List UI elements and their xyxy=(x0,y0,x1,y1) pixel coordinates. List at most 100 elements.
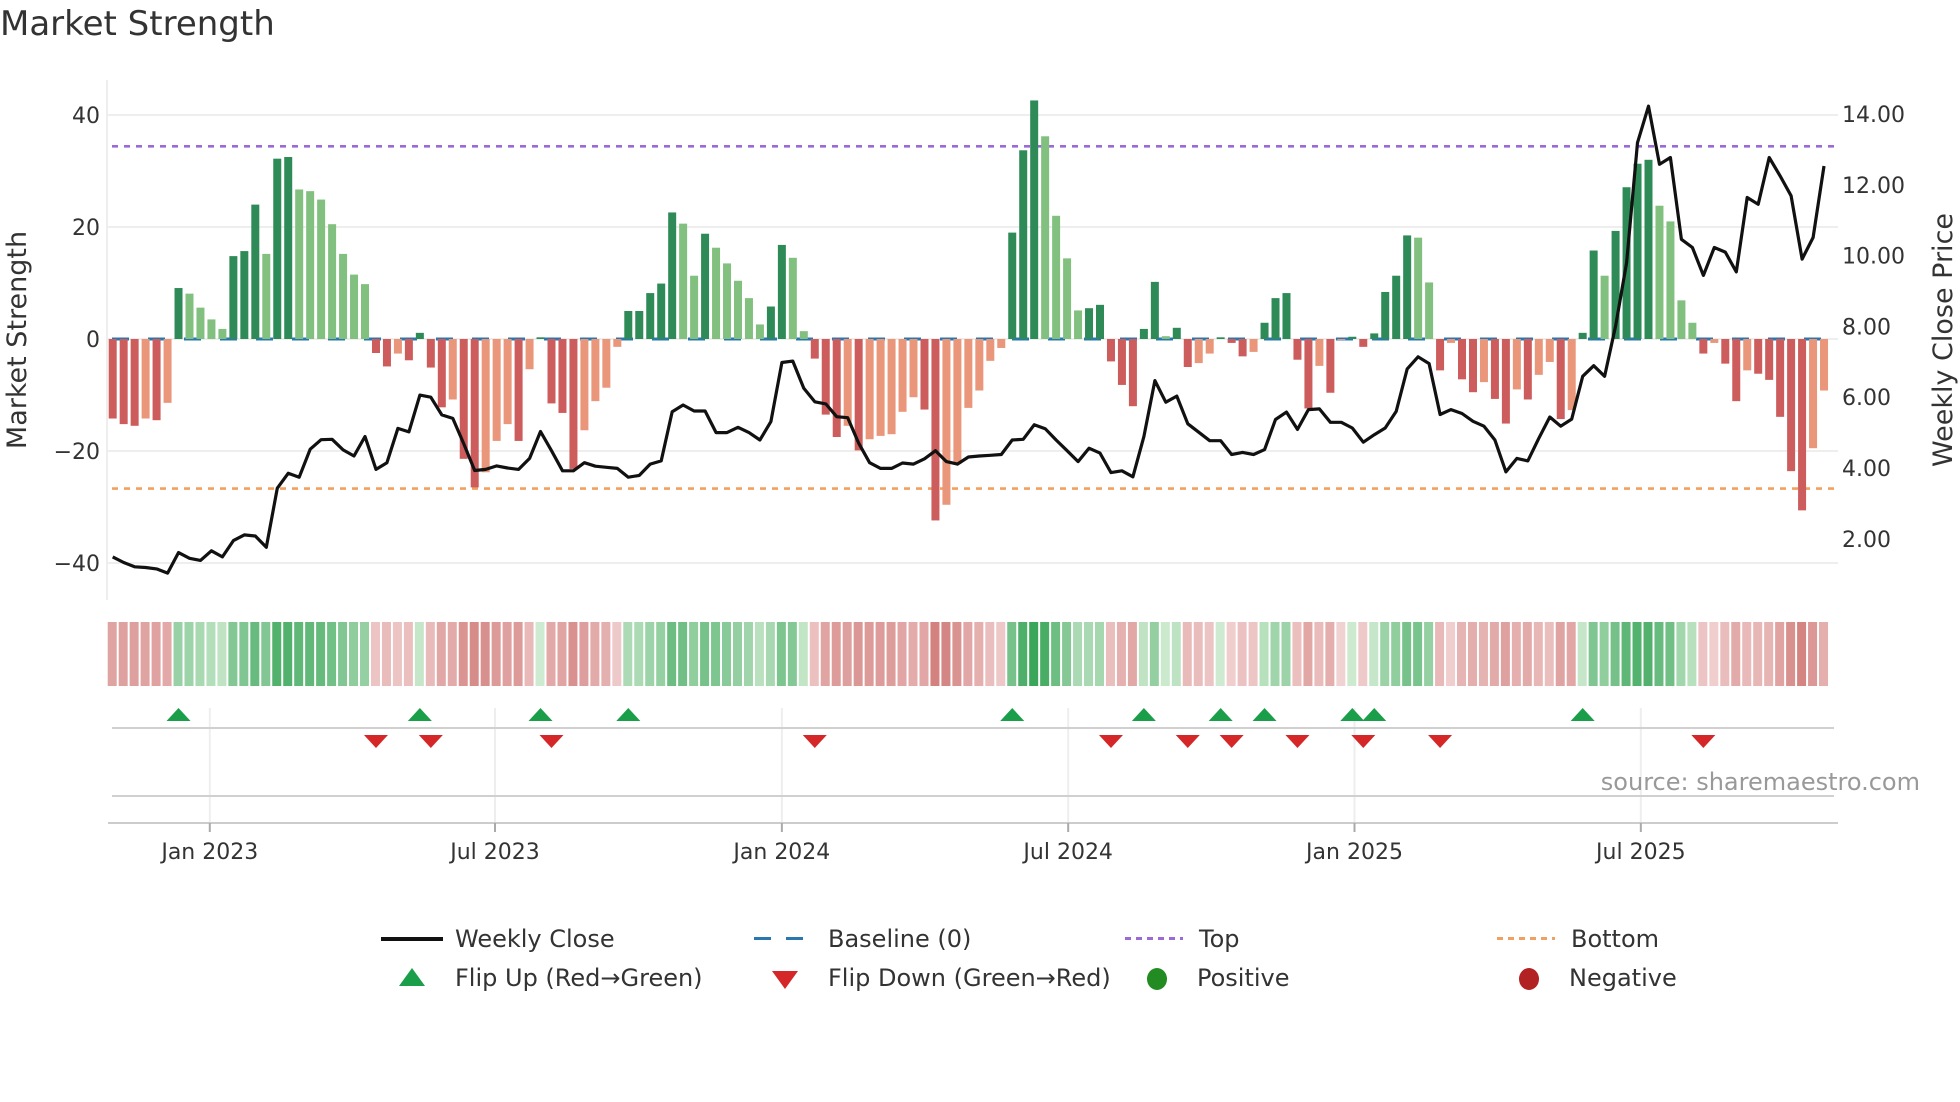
heat-cell xyxy=(798,622,808,686)
heat-cell xyxy=(261,622,271,686)
negative-bar xyxy=(152,339,161,421)
negative-bar xyxy=(1458,339,1467,380)
flip-up-marker xyxy=(1131,708,1156,721)
negative-bar xyxy=(1117,339,1126,385)
heat-cell xyxy=(1084,622,1094,686)
heat-cell xyxy=(1709,622,1719,686)
positive-bar xyxy=(1063,258,1072,339)
negative-bar xyxy=(1326,339,1335,393)
heat-cell xyxy=(1062,622,1072,686)
heat-cell xyxy=(535,622,545,686)
negative-bar xyxy=(1754,339,1763,374)
negative-bar xyxy=(1293,339,1302,360)
heat-cell xyxy=(568,622,578,686)
heat-cell xyxy=(1073,622,1083,686)
heat-cell xyxy=(425,622,435,686)
negative-bar xyxy=(876,339,885,436)
heat-cell xyxy=(1314,622,1324,686)
y2-axis-label: Weekly Close Price xyxy=(1928,213,1959,467)
positive-bar xyxy=(1041,136,1050,339)
negative-bar xyxy=(613,339,622,347)
heat-cell xyxy=(941,622,951,686)
heat-cell xyxy=(173,622,183,686)
negative-bar xyxy=(1468,339,1477,393)
positive-bar xyxy=(635,311,644,339)
negative-bar xyxy=(1765,339,1774,380)
y2-tick-label: 12.00 xyxy=(1842,174,1905,199)
negative-bar xyxy=(1359,339,1368,347)
heat-cell xyxy=(754,622,764,686)
negative-bar xyxy=(580,339,589,431)
negative-bar xyxy=(953,339,962,464)
heat-cell xyxy=(392,622,402,686)
heat-cell xyxy=(129,622,139,686)
heat-cell xyxy=(1347,622,1357,686)
heat-cell xyxy=(1029,622,1039,686)
heat-cell xyxy=(1555,622,1565,686)
positive-bar xyxy=(273,158,282,339)
heat-cell xyxy=(436,622,446,686)
heat-cell xyxy=(908,622,918,686)
heat-cell xyxy=(1775,622,1785,686)
heat-cell xyxy=(1204,622,1214,686)
negative-bar xyxy=(1567,339,1576,411)
negative-bar xyxy=(371,339,380,353)
positive-bar xyxy=(1052,215,1061,339)
heat-cell xyxy=(381,622,391,686)
negative-bar xyxy=(602,339,611,388)
heat-cell xyxy=(250,622,260,686)
heat-cell xyxy=(480,622,490,686)
negative-bar xyxy=(810,339,819,359)
heat-cell xyxy=(1105,622,1115,686)
positive-bar xyxy=(1600,275,1609,339)
positive-bar xyxy=(755,324,764,339)
heat-cell xyxy=(1522,622,1532,686)
negative-bar xyxy=(1128,339,1137,407)
negative-bar xyxy=(569,339,578,469)
positive-bar xyxy=(1085,308,1094,339)
negative-bar xyxy=(1512,339,1521,390)
heat-cell xyxy=(1764,622,1774,686)
heat-cell xyxy=(327,622,337,686)
positive-bar xyxy=(240,251,249,339)
legend-baseline: Baseline (0) xyxy=(754,925,971,953)
negative-bar xyxy=(393,339,402,354)
positive-bar xyxy=(361,284,370,339)
y-tick-label: 40 xyxy=(72,104,100,129)
y2-tick-label: 4.00 xyxy=(1842,457,1891,482)
heat-cell xyxy=(1797,622,1807,686)
x-tick-label: Jan 2023 xyxy=(159,840,258,865)
heat-cell xyxy=(184,622,194,686)
positive-bar xyxy=(1414,237,1423,339)
positive-bar xyxy=(1260,322,1269,339)
positive-bar xyxy=(744,298,753,339)
heat-cell xyxy=(1160,622,1170,686)
negative-bar xyxy=(130,339,139,426)
positive-bar xyxy=(1172,327,1181,339)
flip-down-marker xyxy=(1098,735,1123,748)
positive-bar xyxy=(284,157,293,339)
legend-weekly-close: Weekly Close xyxy=(381,925,615,953)
heat-cell xyxy=(1632,622,1642,686)
positive-bar xyxy=(646,293,655,339)
heat-cell xyxy=(623,622,633,686)
circle-icon xyxy=(1125,968,1185,990)
heat-cell xyxy=(809,622,819,686)
heat-cell xyxy=(305,622,315,686)
heat-cell xyxy=(1676,622,1686,686)
heat-cell xyxy=(546,622,556,686)
negative-bar xyxy=(1337,339,1346,341)
negative-bar xyxy=(997,339,1006,348)
heat-cell xyxy=(1720,622,1730,686)
heat-cell xyxy=(1457,622,1467,686)
flip-down-marker xyxy=(418,735,443,748)
negative-bar xyxy=(1447,339,1456,343)
negative-bar xyxy=(1710,339,1719,343)
negative-bar xyxy=(1534,339,1543,375)
heat-cell xyxy=(1819,622,1829,686)
negative-bar xyxy=(1545,339,1554,362)
heat-cell xyxy=(1138,622,1148,686)
heat-cell xyxy=(1303,622,1313,686)
negative-bar xyxy=(1501,339,1510,424)
positive-bar xyxy=(185,293,194,339)
